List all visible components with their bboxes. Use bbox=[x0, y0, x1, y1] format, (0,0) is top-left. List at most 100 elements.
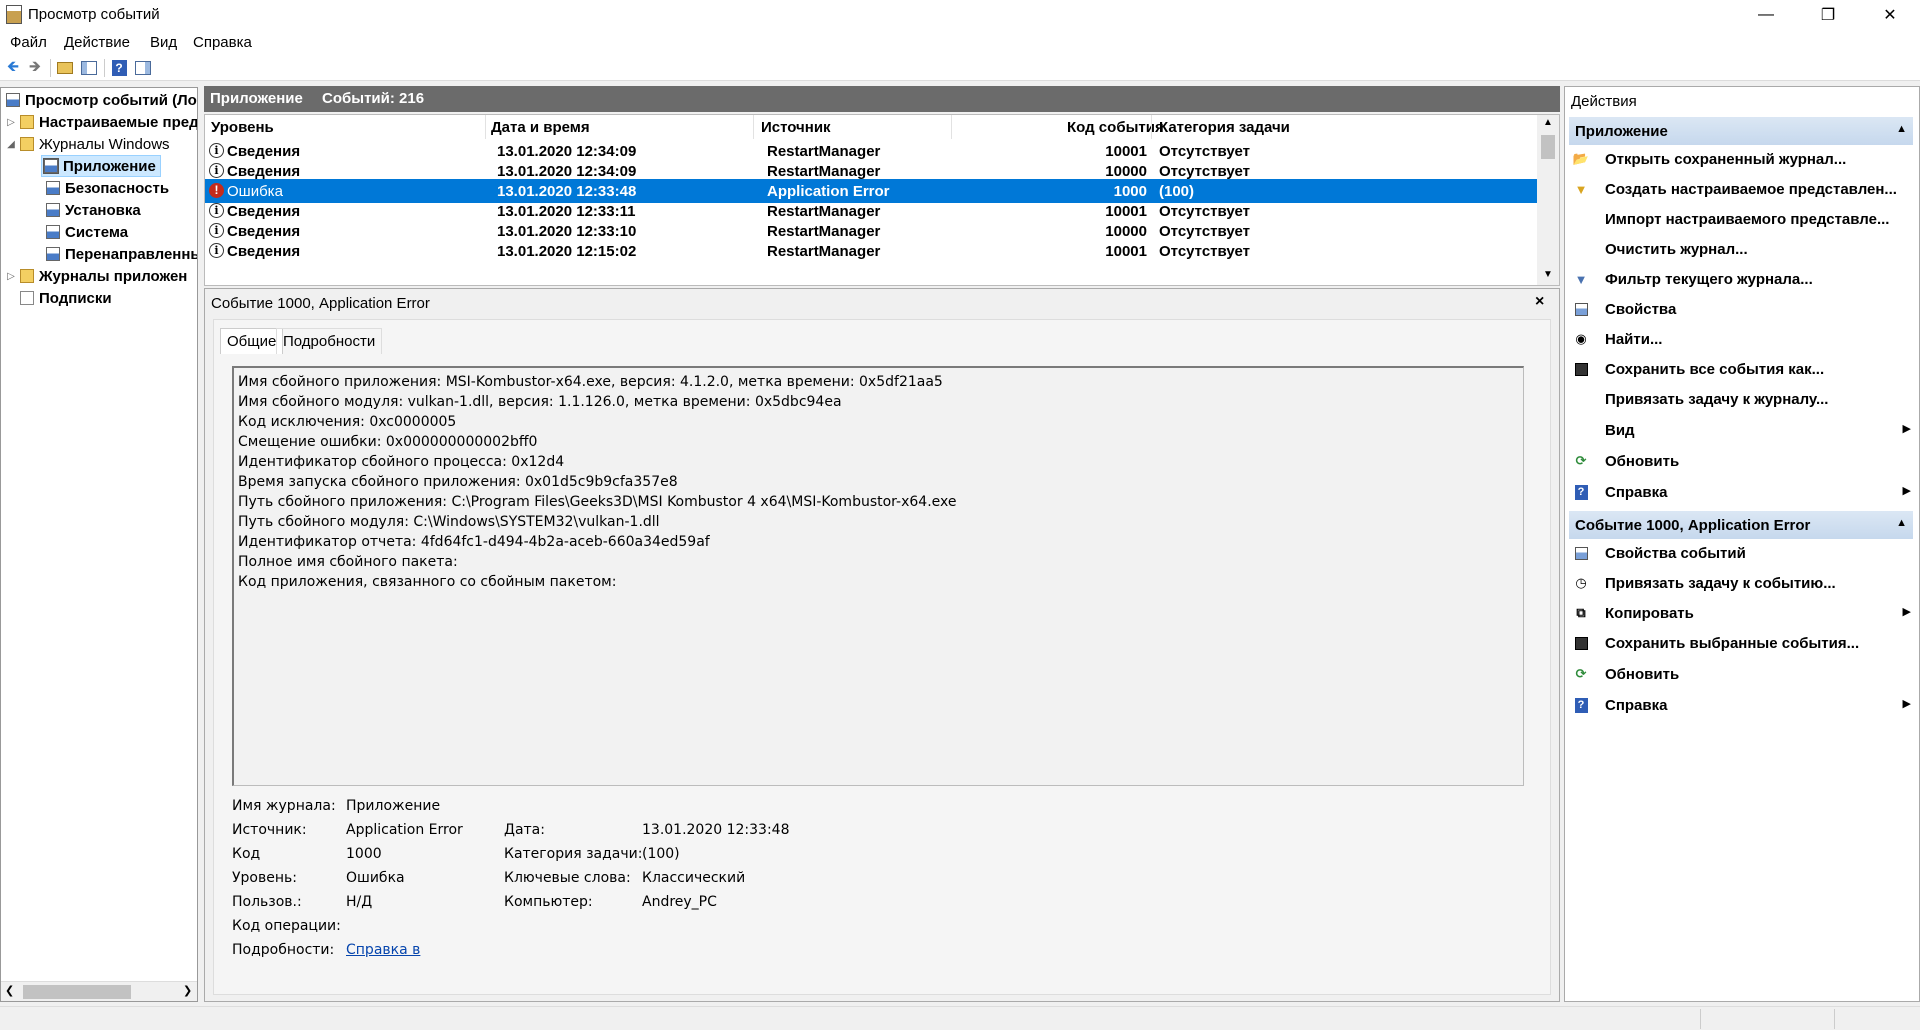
action-import-custom-view[interactable]: Импорт настраиваемого представле... bbox=[1565, 207, 1915, 233]
restore-button[interactable]: ❐ bbox=[1800, 0, 1856, 30]
chevron-down-icon[interactable]: ◢ bbox=[5, 139, 17, 150]
event-description[interactable]: Имя сбойного приложения: MSI-Kombustor-x… bbox=[232, 366, 1524, 786]
action-attach-task-to-log[interactable]: Привязать задачу к журналу... bbox=[1565, 387, 1915, 413]
tree-item-app-logs[interactable]: ▷ Журналы приложен bbox=[5, 265, 187, 287]
tree-item-windows-logs[interactable]: ◢ Журналы Windows bbox=[5, 133, 170, 155]
cell-event-id: 10001 bbox=[1105, 243, 1147, 260]
cell-source: RestartManager bbox=[767, 163, 881, 180]
description-line: Идентификатор отчета: 4fd64fc1-d494-4b2a… bbox=[238, 534, 710, 550]
action-find[interactable]: ◉ Найти... bbox=[1565, 327, 1915, 353]
scroll-right-icon[interactable]: ❯ bbox=[183, 984, 192, 997]
event-detail-body: Общие Подробности Имя сбойного приложени… bbox=[213, 319, 1551, 995]
vertical-scrollbar[interactable]: ▲ ▼ bbox=[1537, 115, 1559, 285]
action-filter-current-log[interactable]: ▼ Фильтр текущего журнала... bbox=[1565, 267, 1915, 293]
action-refresh-event[interactable]: ⟳ Обновить bbox=[1565, 662, 1915, 688]
chevron-right-icon[interactable]: ▷ bbox=[5, 117, 17, 128]
date-value: 13.01.2020 12:33:48 bbox=[642, 822, 790, 838]
event-id-value: 1000 bbox=[346, 846, 382, 862]
show-hide-action-pane-icon[interactable] bbox=[134, 59, 152, 77]
cell-event-id: 10000 bbox=[1105, 223, 1147, 240]
scroll-down-icon[interactable]: ▼ bbox=[1543, 269, 1553, 280]
scrollbar-thumb[interactable] bbox=[1541, 135, 1555, 159]
tree-item-application[interactable]: Приложение bbox=[41, 155, 161, 177]
description-line: Код приложения, связанного со сбойным па… bbox=[238, 574, 617, 590]
action-create-custom-view[interactable]: ▼ Создать настраиваемое представлен... bbox=[1565, 177, 1915, 203]
action-save-all-events[interactable]: Сохранить все события как... bbox=[1565, 357, 1915, 383]
actions-section-event[interactable]: Событие 1000, Application Error ▲ bbox=[1569, 511, 1913, 539]
column-header-datetime[interactable]: Дата и время bbox=[491, 119, 590, 136]
scroll-up-icon[interactable]: ▲ bbox=[1543, 117, 1553, 128]
close-icon[interactable]: × bbox=[1535, 293, 1544, 311]
tab-general[interactable]: Общие bbox=[220, 328, 284, 354]
tree-item-label: Журналы Windows bbox=[39, 135, 170, 153]
minimize-button[interactable]: — bbox=[1738, 0, 1794, 30]
menu-file[interactable]: Файл bbox=[10, 34, 47, 51]
action-properties[interactable]: Свойства bbox=[1565, 297, 1915, 323]
horizontal-scrollbar[interactable]: ❮ ❯ bbox=[1, 981, 197, 1001]
action-help[interactable]: ? Справка ▶ bbox=[1565, 480, 1915, 506]
tree-item-system[interactable]: Система bbox=[43, 221, 128, 243]
column-header-source[interactable]: Источник bbox=[761, 119, 831, 136]
cell-category: (100) bbox=[1159, 183, 1195, 200]
action-save-selected-events[interactable]: Сохранить выбранные события... bbox=[1565, 631, 1915, 657]
description-line: Имя сбойного приложения: MSI-Kombustor-x… bbox=[238, 374, 943, 390]
column-header-category[interactable]: Категория задачи bbox=[1159, 119, 1290, 136]
help-icon[interactable]: ? bbox=[110, 59, 128, 77]
computer-value: Andrey_PC bbox=[642, 894, 717, 910]
action-copy[interactable]: ⧉ Копировать ▶ bbox=[1565, 601, 1915, 627]
tree-item-label: Настраиваемые пред bbox=[39, 113, 198, 131]
action-attach-task-to-event[interactable]: ◷ Привязать задачу к событию... bbox=[1565, 571, 1915, 597]
tree-item-forwarded[interactable]: Перенаправленнь bbox=[43, 243, 197, 265]
cell-source: Application Error bbox=[767, 183, 890, 200]
category-value: (100) bbox=[642, 846, 680, 862]
cell-event-id: 10000 bbox=[1105, 163, 1147, 180]
action-refresh[interactable]: ⟳ Обновить bbox=[1565, 449, 1915, 475]
information-icon: i bbox=[209, 163, 224, 178]
log-icon bbox=[43, 158, 59, 174]
collapse-icon[interactable]: ▲ bbox=[1896, 123, 1907, 135]
tree-item-subscriptions[interactable]: Подписки bbox=[17, 287, 112, 309]
tree-item-custom-views[interactable]: ▷ Настраиваемые пред bbox=[5, 111, 198, 133]
back-icon[interactable]: 🡸 bbox=[4, 58, 22, 77]
save-icon bbox=[1573, 361, 1589, 377]
filter-icon: ▼ bbox=[1574, 271, 1588, 287]
status-bar bbox=[0, 1006, 1920, 1030]
description-line: Код исключения: 0xc0000005 bbox=[238, 414, 457, 430]
tab-details[interactable]: Подробности bbox=[276, 328, 383, 354]
chevron-right-icon[interactable]: ▷ bbox=[5, 271, 17, 282]
title-bar: Просмотр событий — ❐ ✕ bbox=[0, 0, 1920, 30]
column-header-level[interactable]: Уровень bbox=[211, 119, 274, 136]
actions-section-application[interactable]: Приложение ▲ bbox=[1569, 117, 1913, 145]
section-label: Событие 1000, Application Error bbox=[1575, 517, 1811, 534]
date-label: Дата: bbox=[504, 822, 545, 838]
table-row[interactable]: i Сведения 13.01.2020 12:15:02 RestartMa… bbox=[205, 239, 1537, 263]
action-view[interactable]: Вид ▶ bbox=[1565, 418, 1915, 444]
cell-datetime: 13.01.2020 12:33:48 bbox=[497, 183, 637, 200]
event-count: Событий: 216 bbox=[322, 90, 425, 107]
tree-item-root[interactable]: Просмотр событий (Ло bbox=[3, 89, 197, 111]
action-event-properties[interactable]: Свойства событий bbox=[1565, 541, 1915, 567]
cell-category: Отсутствует bbox=[1159, 203, 1251, 220]
action-open-saved-log[interactable]: 📂 Открыть сохраненный журнал... bbox=[1565, 147, 1915, 173]
event-detail-title: Событие 1000, Application Error bbox=[211, 295, 430, 312]
menu-help[interactable]: Справка bbox=[193, 34, 252, 51]
log-icon bbox=[46, 203, 60, 217]
action-clear-log[interactable]: Очистить журнал... bbox=[1565, 237, 1915, 263]
collapse-icon[interactable]: ▲ bbox=[1896, 517, 1907, 529]
forward-icon[interactable]: 🡺 bbox=[26, 58, 44, 77]
folder-icon bbox=[20, 269, 34, 283]
menu-view[interactable]: Вид bbox=[150, 34, 177, 51]
show-hide-tree-icon[interactable] bbox=[80, 59, 98, 77]
scroll-left-icon[interactable]: ❮ bbox=[5, 984, 14, 997]
section-label: Приложение bbox=[1575, 123, 1668, 140]
column-header-event-id[interactable]: Код события bbox=[1067, 119, 1164, 136]
menu-action[interactable]: Действие bbox=[64, 34, 130, 51]
tree-item-setup[interactable]: Установка bbox=[43, 199, 141, 221]
close-button[interactable]: ✕ bbox=[1862, 0, 1918, 30]
open-folder-icon[interactable] bbox=[56, 59, 74, 77]
action-help-event[interactable]: ? Справка ▶ bbox=[1565, 693, 1915, 719]
help-link[interactable]: Справка в bbox=[346, 942, 420, 958]
tree-item-security[interactable]: Безопасность bbox=[43, 177, 169, 199]
scrollbar-thumb[interactable] bbox=[23, 985, 131, 999]
console-tree: Просмотр событий (Ло ▷ Настраиваемые пре… bbox=[0, 87, 198, 1002]
